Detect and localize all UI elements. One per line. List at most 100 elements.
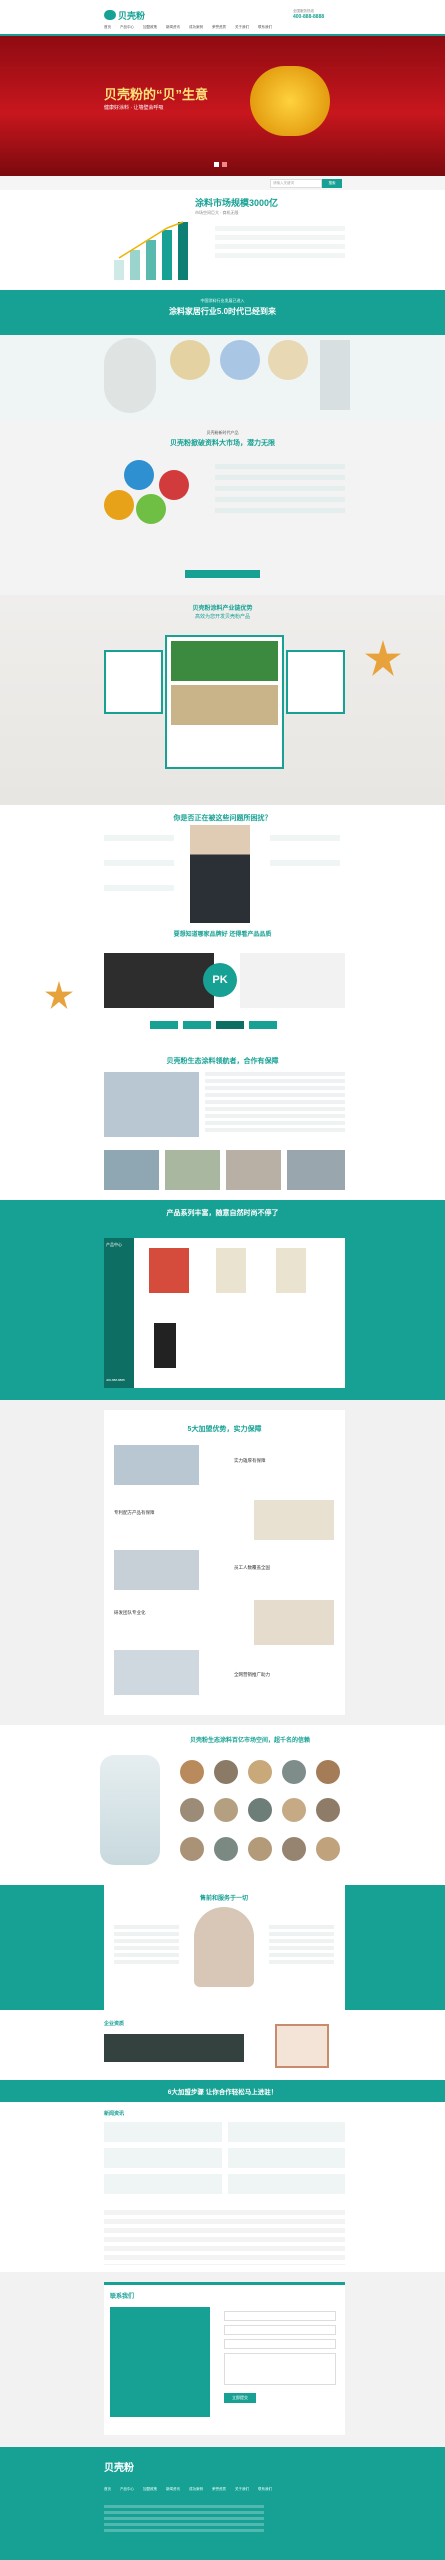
problems-section: 你是否正在被这些问题所困扰？ [0,805,445,925]
footer-link[interactable]: 加盟政策 [143,2487,157,2495]
product-card[interactable] [216,1248,246,1293]
problems-person [190,825,250,923]
products-section: 产品系列丰富，随意自然时尚不停了 产品中心 400-888-8888 [0,1200,445,1400]
era-section: 中国涂料行业发展已进入 涂料家居行业5.0时代已经到来 [0,290,445,420]
starfish-icon [365,640,401,676]
news-title: 新闻资讯 [104,2111,125,2117]
case-circle[interactable] [180,1836,204,1861]
case-circle[interactable] [214,1760,238,1784]
pk-tab[interactable] [249,1021,277,1029]
advantages-panel: 5大加盟优势，实力保障 实力雄厚有保障 专利配方产品有保障 员工人数覆盖全国 研… [104,1410,345,1715]
contact-field[interactable] [224,2325,336,2335]
case-circle[interactable] [180,1798,204,1823]
case-circle[interactable] [316,1760,340,1784]
footer-link[interactable]: 关于我们 [235,2487,249,2495]
market-bullets [215,226,345,258]
search-input[interactable]: 请输入关键词 [270,179,322,188]
case-circle[interactable] [214,1798,238,1823]
contact-field[interactable] [224,2353,336,2385]
products-menu-title: 产品中心 [106,1242,122,1247]
slide-dot[interactable] [214,162,219,167]
nav-item-products[interactable]: 产品中心 [120,25,134,33]
nav-item-honor[interactable]: 荣誉资质 [212,25,226,33]
news-item[interactable] [104,2148,222,2168]
cycle-bullets [215,464,345,513]
footer-info [104,2505,264,2535]
chart-bar [146,240,156,280]
nav-item-news[interactable]: 新闻资讯 [166,25,180,33]
service-section: 售前和服务于一切 [0,1885,445,2010]
era-line1: 中国涂料行业发展已进入 [200,298,245,303]
pk-tab[interactable] [183,1021,211,1029]
era-line2: 涂料家居行业5.0时代已经到来 [168,307,277,316]
problem-item [270,860,340,866]
pk-badge: PK [203,963,237,997]
footer: 贝壳粉 首页 产品中心 加盟政策 新闻资讯 成功案例 荣誉资质 关于我们 联系我… [0,2447,445,2560]
adv-item-4: 研发团队专业化 [114,1610,146,1615]
product-card[interactable] [276,1248,306,1293]
footer-link[interactable]: 新闻资讯 [166,2487,180,2495]
cases-title: 贝壳粉生态涂料百亿市场空间，超千名的信赖 [189,1738,310,1744]
phone-number: 400-888-8888 [293,14,325,20]
adv-item-5: 全网营销推广助力 [234,1672,270,1677]
case-circle[interactable] [180,1760,204,1784]
case-circle[interactable] [248,1760,272,1784]
problem-item [104,885,174,891]
contact-image [110,2307,210,2417]
cases-grid [180,1760,345,1870]
nav-item-contact[interactable]: 联系我们 [258,25,272,33]
news-item[interactable] [104,2122,222,2142]
case-circle[interactable] [282,1836,306,1861]
logo-icon [104,10,116,20]
cases-bottle [100,1755,160,1865]
service-panel: 售前和服务于一切 [104,1885,345,2010]
case-circle[interactable] [316,1798,340,1823]
contact-field[interactable] [224,2339,336,2349]
case-circle[interactable] [282,1798,306,1823]
contact-card: 联系我们 立即提交 [104,2282,345,2435]
pk-section: 要想知道哪家品牌好 还得看产品品质 PK [0,925,445,1050]
pk-tab[interactable] [150,1021,178,1029]
footer-logo: 贝壳粉 [104,2463,134,2474]
case-circle[interactable] [248,1798,272,1823]
nav-item-about[interactable]: 关于我们 [235,25,249,33]
footer-link[interactable]: 联系我们 [258,2487,272,2495]
footer-link[interactable]: 产品中心 [120,2487,134,2495]
contact-submit-button[interactable]: 立即提交 [224,2393,256,2403]
case-circle[interactable] [214,1836,238,1861]
adv-image [114,1445,199,1485]
footer-link[interactable]: 成功案例 [189,2487,203,2495]
product-card[interactable] [154,1323,176,1368]
logo[interactable]: 贝壳粉 [104,8,166,22]
steps-title: 6大加盟步骤 让你合作轻松马上进驻！ [167,2089,278,2096]
cycle-line1: 贝壳粉新时代产品 [206,430,239,435]
news-item[interactable] [227,2174,345,2194]
pk-tab[interactable] [216,1021,244,1029]
cases-section: 贝壳粉生态涂料百亿市场空间，超千名的信赖 [0,1725,445,1885]
footer-link[interactable]: 荣誉资质 [212,2487,226,2495]
strength-card-mid [165,635,284,769]
news-item[interactable] [227,2122,345,2142]
products-menu: 产品中心 400-888-8888 [104,1238,134,1388]
market-subtitle: 市场空间巨大 · 商机无限 [195,210,239,215]
slide-dot[interactable] [222,162,227,167]
contact-field[interactable] [224,2311,336,2321]
service-avatar [194,1907,254,1987]
nav-item-home[interactable]: 首页 [104,25,111,33]
nav-item-join[interactable]: 加盟政策 [143,25,157,33]
case-circle[interactable] [248,1836,272,1861]
product-card[interactable] [149,1248,189,1293]
nav-item-cases[interactable]: 成功案例 [189,25,203,33]
logo-text: 贝壳粉 [118,10,146,21]
case-circle[interactable] [316,1836,340,1861]
pk-tabs [150,1021,277,1029]
era-image-mid2 [220,340,260,380]
case-circle[interactable] [282,1760,306,1784]
search-button[interactable]: 搜索 [322,179,342,188]
header: 贝壳粉 全国服务热线 400-888-8888 首页 产品中心 加盟政策 新闻资… [0,0,445,36]
footer-link[interactable]: 首页 [104,2487,111,2495]
factory-thumb [165,1150,220,1190]
news-item[interactable] [227,2148,345,2168]
factory-main-image [104,1072,199,1137]
news-item[interactable] [104,2174,222,2194]
